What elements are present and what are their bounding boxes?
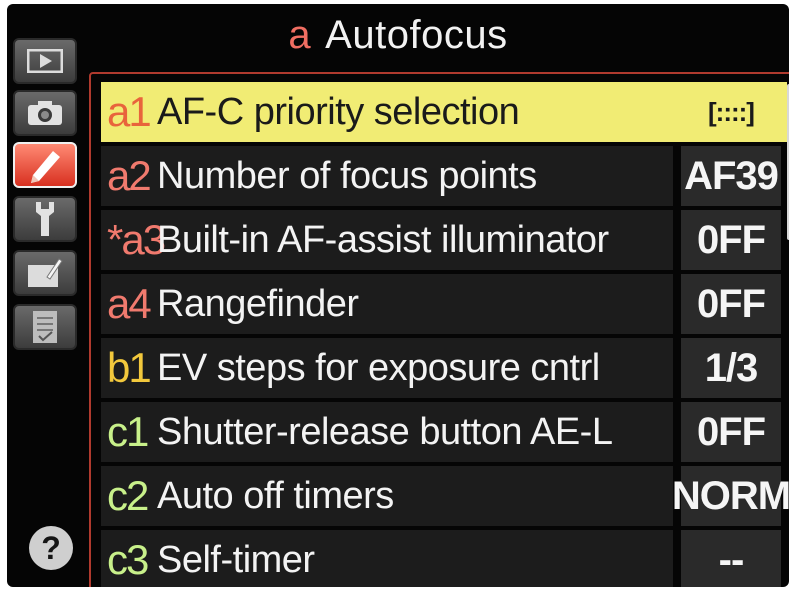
item-label: Auto off timers [157, 474, 394, 517]
item-code: c2 [107, 472, 149, 519]
tab-custom-settings[interactable] [13, 142, 77, 188]
item-value: 1/3 [681, 338, 781, 398]
item-label: Number of focus points [157, 154, 537, 197]
item-value: 0FF [681, 210, 781, 270]
item-label: EV steps for exposure cntrl [157, 346, 600, 389]
tab-retouch[interactable] [13, 250, 77, 296]
menu-header: a Autofocus [7, 4, 789, 66]
tab-shooting[interactable] [13, 90, 77, 136]
item-label: Built-in AF-assist illuminator [157, 218, 609, 261]
camera-icon [26, 99, 64, 127]
pencil-icon [25, 145, 65, 185]
menu-item-a1[interactable]: a1 AF-C priority selection [::::] [101, 82, 787, 142]
item-code: a4 [107, 280, 152, 327]
retouch-icon [25, 255, 65, 291]
menu-item-c2[interactable]: c2 Auto off timers NORM [101, 466, 789, 526]
scrollbar[interactable] [787, 84, 789, 240]
item-label: AF-C priority selection [157, 90, 520, 133]
item-code: a2 [107, 152, 152, 199]
item-code: c3 [107, 536, 149, 583]
menu-item-b1[interactable]: b1 EV steps for exposure cntrl 1/3 [101, 338, 787, 398]
page-title: Autofocus [325, 12, 508, 57]
item-code: c1 [107, 408, 149, 455]
custom-settings-list: a1 AF-C priority selection [::::] a2 Num… [101, 82, 789, 587]
playback-icon [27, 49, 63, 73]
camera-menu-screen: a Autofocus ? a1 AF-C priority selection… [7, 4, 789, 587]
menu-item-a3[interactable]: *a3 Built-in AF-assist illuminator 0FF [101, 210, 787, 270]
item-code: a1 [107, 88, 152, 135]
menu-item-a2[interactable]: a2 Number of focus points AF39 [101, 146, 787, 206]
menu-item-c3[interactable]: c3 Self-timer -- [101, 530, 787, 587]
my-menu-icon [30, 308, 60, 346]
sidebar [7, 38, 95, 587]
tab-playback[interactable] [13, 38, 77, 84]
item-value: 0FF [681, 402, 781, 462]
item-value: 0FF [681, 274, 781, 334]
item-value: AF39 [681, 146, 781, 206]
item-value-af-area-icon: [::::] [681, 82, 781, 142]
item-code: *a3 [107, 216, 166, 263]
menu-item-c1[interactable]: c1 Shutter-release button AE-L 0FF [101, 402, 787, 462]
help-button[interactable]: ? [29, 526, 73, 570]
item-value: -- [681, 530, 781, 587]
group-code: a [288, 12, 312, 57]
item-code: b1 [107, 344, 152, 391]
item-label: Rangefinder [157, 282, 359, 325]
menu-item-a4[interactable]: a4 Rangefinder 0FF [101, 274, 787, 334]
tab-my-menu[interactable] [13, 304, 77, 350]
item-value: NORM [672, 466, 789, 526]
wrench-icon [30, 200, 60, 238]
item-label: Self-timer [157, 538, 315, 581]
item-label: Shutter-release button AE-L [157, 410, 613, 453]
tab-setup[interactable] [13, 196, 77, 242]
